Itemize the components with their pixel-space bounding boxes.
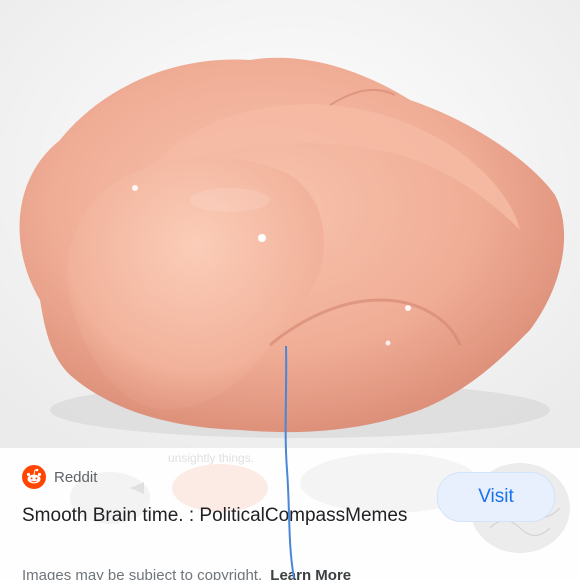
source-row[interactable]: Reddit <box>22 464 97 490</box>
copyright-text: Images may be subject to copyright. <box>22 567 263 580</box>
ghost-caption: unsightly things. <box>168 451 254 465</box>
copyright-notice: Images may be subject to copyright. Lear… <box>22 567 351 580</box>
learn-more-link[interactable]: Learn More <box>270 567 351 580</box>
smooth-brain-image[interactable] <box>0 0 580 448</box>
reddit-logo-icon <box>22 465 46 489</box>
source-name: Reddit <box>54 468 98 486</box>
image-result-card: unsightly things. Reddit Smooth Brain ti… <box>0 448 580 580</box>
visit-button[interactable]: Visit <box>437 472 555 522</box>
result-title[interactable]: Smooth Brain time. : PoliticalCompassMem… <box>22 503 442 529</box>
